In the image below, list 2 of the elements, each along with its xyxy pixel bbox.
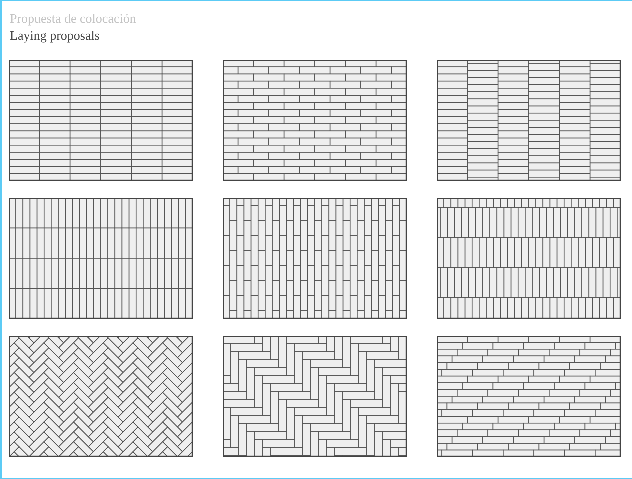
page-title: Propuesta de colocación <box>10 11 136 27</box>
page-subtitle: Laying proposals <box>10 27 100 45</box>
